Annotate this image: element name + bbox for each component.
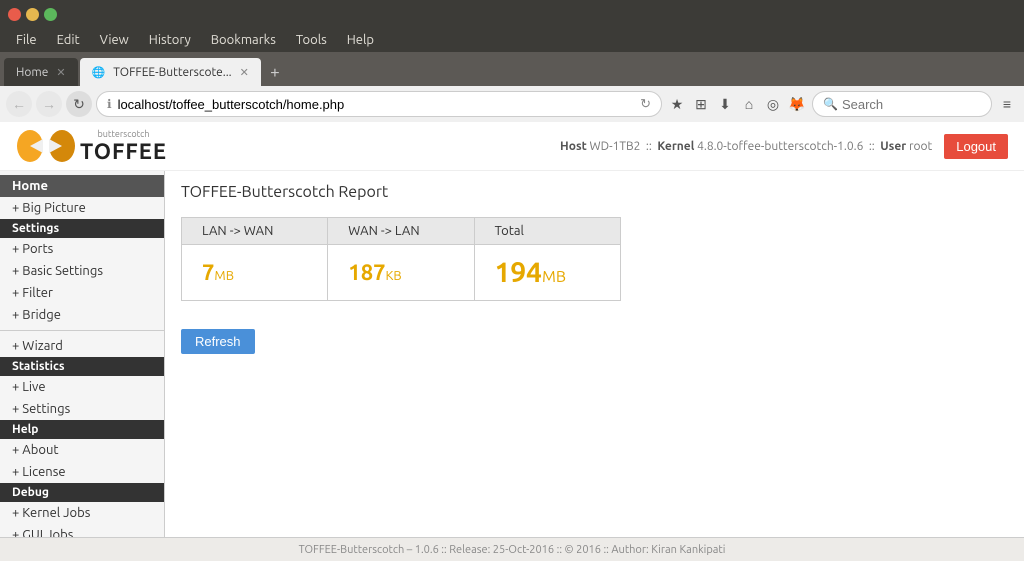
logo-butterscotch: butterscotch	[97, 129, 149, 139]
sidebar: Home + Big Picture Settings + Ports + Ba…	[0, 171, 165, 537]
sidebar-item-settings[interactable]: + Settings	[0, 398, 164, 420]
kernel-value: 4.8.0-toffee-butterscotch-1.0.6	[697, 140, 863, 153]
menu-view[interactable]: View	[92, 31, 137, 49]
total-value: 194MB	[495, 257, 566, 288]
sidebar-section-statistics: Statistics	[0, 357, 164, 376]
user-value: root	[909, 140, 932, 153]
sidebar-item-home[interactable]: Home	[0, 175, 164, 197]
sidebar-item-basicsettings[interactable]: + Basic Settings	[0, 260, 164, 282]
logout-button[interactable]: Logout	[944, 134, 1008, 159]
back-button[interactable]: ←	[6, 91, 32, 117]
tab-toffee-close[interactable]: ✕	[240, 66, 249, 79]
url-input[interactable]	[118, 97, 635, 112]
bookmark-star-icon[interactable]: ★	[666, 93, 688, 115]
footer: TOFFEE-Butterscotch – 1.0.6 :: Release: …	[0, 537, 1024, 561]
sidebar-item-wizard[interactable]: + Wizard	[0, 335, 164, 357]
menu-history[interactable]: History	[141, 31, 199, 49]
close-button[interactable]	[8, 8, 21, 21]
tabbar: Home ✕ 🌐 TOFFEE-Butterscote... ✕ +	[0, 52, 1024, 86]
toolbar-icons: ★ ⊞ ⬇ ⌂ ◎ 🦊	[666, 93, 808, 115]
footer-text: TOFFEE-Butterscotch – 1.0.6 :: Release: …	[299, 544, 726, 556]
menu-divider-1	[0, 330, 164, 331]
reader-icon[interactable]: ⊞	[690, 93, 712, 115]
sidebar-item-live[interactable]: + Live	[0, 376, 164, 398]
sidebar-item-license[interactable]: + License	[0, 461, 164, 483]
minimize-button[interactable]	[26, 8, 39, 21]
table-row: 7MB 187KB 194MB	[182, 245, 621, 301]
sidebar-item-guijobs[interactable]: + GUI Jobs	[0, 524, 164, 537]
menubar: File Edit View History Bookmarks Tools H…	[0, 28, 1024, 52]
search-icon: 🔍	[823, 97, 838, 111]
cell-wan-lan: 187KB	[328, 245, 474, 301]
data-table: LAN -> WAN WAN -> LAN Total 7MB 187KB	[181, 217, 621, 301]
search-input[interactable]	[842, 97, 1018, 112]
refresh-button[interactable]: Refresh	[181, 329, 255, 354]
refresh-nav-button[interactable]: ↻	[66, 91, 92, 117]
cell-lan-wan: 7MB	[182, 245, 328, 301]
titlebar	[0, 0, 1024, 28]
logo-area: butterscotch TOFFEE	[16, 126, 167, 166]
addressbar: ← → ↻ ℹ ↻ ★ ⊞ ⬇ ⌂ ◎ 🦊 🔍 ≡	[0, 86, 1024, 122]
body-area: Home + Big Picture Settings + Ports + Ba…	[0, 171, 1024, 537]
url-bar[interactable]: ℹ ↻	[96, 91, 662, 117]
sidebar-section-debug: Debug	[0, 483, 164, 502]
maximize-button[interactable]	[44, 8, 57, 21]
pocket-icon[interactable]: ◎	[762, 93, 784, 115]
sidebar-item-kerneljobs[interactable]: + Kernel Jobs	[0, 502, 164, 524]
extra-toolbar: ≡	[996, 93, 1018, 115]
col-header-wan-lan: WAN -> LAN	[328, 218, 474, 245]
sidebar-section-help: Help	[0, 420, 164, 439]
tab-home-close[interactable]: ✕	[56, 66, 65, 79]
tab-home[interactable]: Home ✕	[4, 58, 78, 86]
firefox-icon[interactable]: 🦊	[786, 93, 808, 115]
home-icon[interactable]: ⌂	[738, 93, 760, 115]
menu-bookmarks[interactable]: Bookmarks	[203, 31, 284, 49]
new-tab-button[interactable]: +	[263, 62, 287, 86]
sidebar-menu: Home + Big Picture Settings + Ports + Ba…	[0, 171, 164, 537]
tab-home-label: Home	[16, 66, 48, 79]
report-title: TOFFEE-Butterscotch Report	[181, 183, 1008, 201]
lan-wan-value: 7MB	[202, 260, 234, 285]
main-content: TOFFEE-Butterscotch Report LAN -> WAN WA…	[165, 171, 1024, 537]
download-icon[interactable]: ⬇	[714, 93, 736, 115]
sidebar-item-bigpicture[interactable]: + Big Picture	[0, 197, 164, 219]
logo-svg	[16, 126, 76, 166]
tab-toffee[interactable]: 🌐 TOFFEE-Butterscote... ✕	[80, 58, 261, 86]
overflow-icon[interactable]: ≡	[996, 93, 1018, 115]
logo-toffee: TOFFEE	[80, 139, 167, 164]
user-label: User	[880, 140, 906, 153]
header-info: butterscotch TOFFEE Host WD-1TB2 :: Kern…	[0, 122, 1024, 171]
host-info: Host WD-1TB2 :: Kernel 4.8.0-toffee-butt…	[560, 140, 932, 153]
search-bar[interactable]: 🔍	[812, 91, 992, 117]
host-label: Host	[560, 140, 587, 153]
sidebar-item-ports[interactable]: + Ports	[0, 238, 164, 260]
menu-edit[interactable]: Edit	[49, 31, 88, 49]
menu-help[interactable]: Help	[339, 31, 382, 49]
host-value: WD-1TB2	[590, 140, 641, 153]
kernel-label: Kernel	[657, 140, 694, 153]
forward-button[interactable]: →	[36, 91, 62, 117]
window-controls[interactable]	[8, 8, 57, 21]
tab-toffee-label: TOFFEE-Butterscote...	[113, 66, 231, 79]
sidebar-item-bridge[interactable]: + Bridge	[0, 304, 164, 326]
sidebar-section-settings: Settings	[0, 219, 164, 238]
wan-lan-value: 187KB	[348, 260, 401, 285]
sidebar-item-filter[interactable]: + Filter	[0, 282, 164, 304]
cell-total: 194MB	[474, 245, 620, 301]
reload-icon[interactable]: ↻	[640, 97, 651, 112]
secure-icon: ℹ	[107, 97, 112, 111]
menu-tools[interactable]: Tools	[288, 31, 335, 49]
page-wrapper: butterscotch TOFFEE Host WD-1TB2 :: Kern…	[0, 122, 1024, 561]
sidebar-item-about[interactable]: + About	[0, 439, 164, 461]
menu-file[interactable]: File	[8, 31, 45, 49]
col-header-total: Total	[474, 218, 620, 245]
col-header-lan-wan: LAN -> WAN	[182, 218, 328, 245]
